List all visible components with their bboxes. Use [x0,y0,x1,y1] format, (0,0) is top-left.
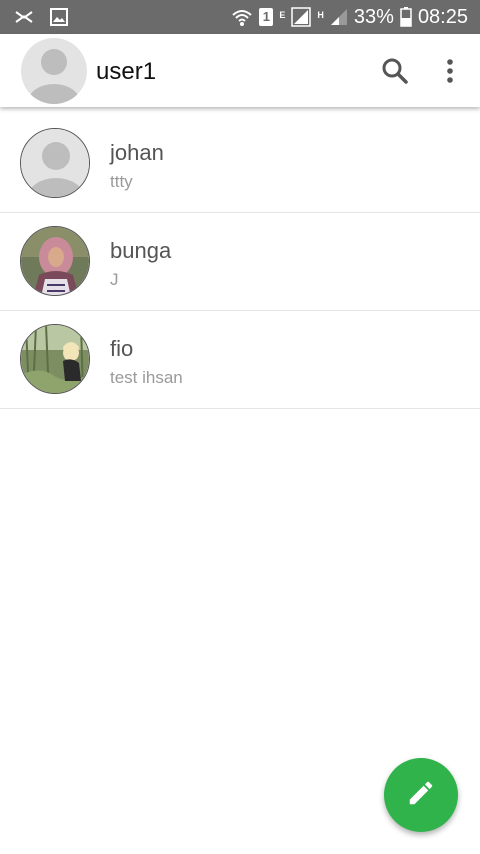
search-icon[interactable] [378,54,412,88]
chat-item-bunga[interactable]: bunga J [0,213,480,311]
last-message: test ihsan [110,368,183,387]
profile-avatar[interactable] [21,38,87,104]
contact-name: fio [110,336,134,361]
battery-icon [400,7,412,27]
pencil-icon [406,778,436,813]
signal-icon-1 [291,7,312,27]
network-type-2: H [317,9,324,20]
notification-icon [14,8,34,26]
last-message: ttty [110,172,133,191]
last-message: J [110,270,119,289]
network-type-1: E [279,9,286,20]
sim-badge: 1 [259,8,274,26]
chat-item-fio[interactable]: fio test ihsan [0,311,480,409]
contact-avatar [20,128,90,198]
chat-item-johan[interactable]: johan ttty [0,115,480,213]
status-bar: 1 E H 33% 08:25 [0,0,480,34]
contact-name: johan [110,140,164,165]
battery-percent: 33% [353,5,394,28]
compose-fab-button[interactable] [384,758,458,832]
app-title: user1 [96,58,157,85]
app-bar: user1 [0,34,480,107]
signal-icon-2 [330,8,348,26]
wifi-icon [231,7,253,27]
chat-list: johan ttty bunga J fio test ihsan [0,115,480,409]
contact-name: bunga [110,238,172,263]
more-vert-icon[interactable] [436,54,464,88]
clock: 08:25 [417,5,468,28]
gallery-icon [50,8,68,26]
contact-avatar [20,324,90,394]
contact-avatar [20,226,90,296]
